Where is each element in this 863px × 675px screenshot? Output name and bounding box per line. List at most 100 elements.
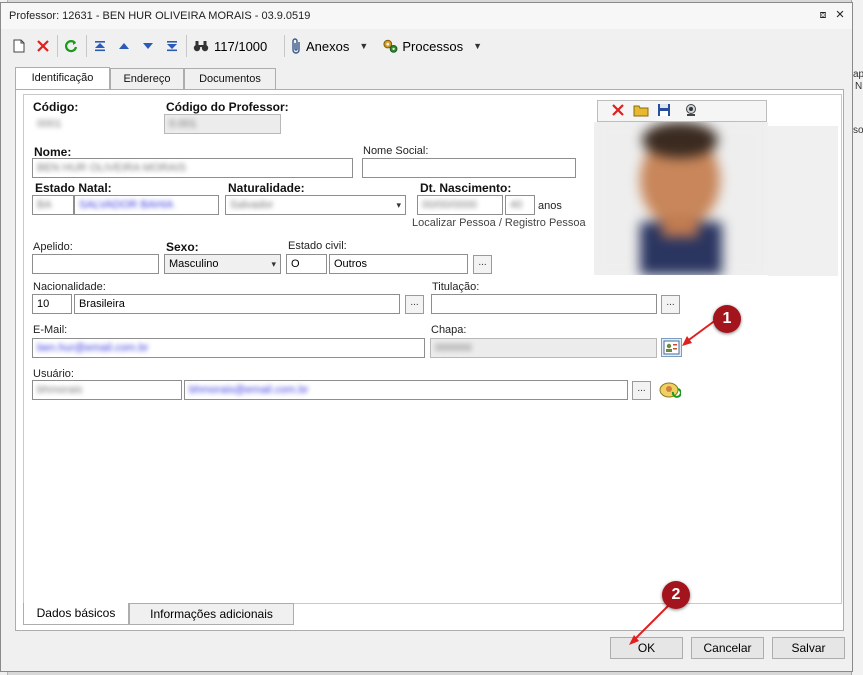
- down-arrow-icon: [143, 43, 153, 49]
- close-button[interactable]: ×: [834, 7, 846, 22]
- restore-button[interactable]: ⧈: [817, 8, 829, 22]
- tab-endereco[interactable]: Endereço: [110, 68, 184, 89]
- binoculars-icon: [193, 41, 209, 52]
- nome-label: Nome:: [34, 145, 72, 159]
- first-record-icon: [95, 41, 105, 52]
- window-title: Professor: 12631 - BEN HUR OLIVEIRA MORA…: [9, 10, 311, 22]
- chevron-down-icon: ▼: [473, 41, 482, 51]
- processos-label: Processos: [402, 38, 464, 54]
- codigo-value: 0001: [37, 118, 62, 130]
- next-record-button[interactable]: [138, 36, 158, 56]
- usuario-field[interactable]: bhmorais@email.com.br: [184, 380, 628, 400]
- chapa-search-button[interactable]: [661, 338, 682, 357]
- delete-record-button[interactable]: [34, 36, 52, 56]
- nacionalidade-lookup-button[interactable]: ...: [405, 295, 424, 314]
- apelido-field[interactable]: [32, 254, 159, 274]
- email-label: E-Mail:: [33, 324, 68, 336]
- dt-nascimento-label: Dt. Nascimento:: [420, 181, 512, 195]
- tab-dados-basicos[interactable]: Dados básicos: [23, 603, 129, 625]
- chevron-down-icon: ▼: [359, 41, 369, 51]
- anexos-label: Anexos: [306, 38, 350, 54]
- email-value: ben.hur@email.com.br: [37, 342, 149, 354]
- cancel-button[interactable]: Cancelar: [691, 637, 764, 659]
- codigo-professor-field[interactable]: 0.001: [164, 114, 281, 134]
- idade-field: 40: [505, 195, 535, 215]
- new-record-button[interactable]: [10, 36, 28, 56]
- chapa-field: 000000: [430, 338, 657, 358]
- nacionalidade-code-field[interactable]: 10: [32, 294, 72, 314]
- estado-civil-code-field[interactable]: O: [286, 254, 327, 274]
- estado-natal-value: SALVADOR BAHIA: [79, 199, 174, 211]
- titulacao-field[interactable]: [431, 294, 657, 314]
- photo-webcam-button[interactable]: [684, 103, 700, 119]
- sexo-select[interactable]: Masculino ▾: [164, 254, 281, 274]
- estado-natal-code-field[interactable]: BA: [32, 195, 74, 215]
- nome-value: BEN HUR OLIVEIRA MORAIS: [37, 162, 187, 174]
- usuario-refresh-button[interactable]: [659, 380, 682, 400]
- usuario-code: bhmorais: [37, 384, 83, 396]
- tab-identificacao[interactable]: Identificação: [15, 67, 110, 90]
- background-fragment: ap: [853, 69, 863, 80]
- processos-menu-button[interactable]: Processos ▼: [382, 36, 482, 56]
- estado-natal-code: BA: [37, 199, 52, 211]
- find-button[interactable]: [191, 36, 211, 56]
- tab-informacoes-adicionais[interactable]: Informações adicionais: [129, 603, 294, 625]
- naturalidade-label: Naturalidade:: [228, 181, 305, 195]
- estado-natal-label: Estado Natal:: [35, 181, 112, 195]
- usuario-value: bhmorais@email.com.br: [189, 384, 309, 396]
- refresh-icon: [64, 40, 78, 53]
- background-fragment: so: [853, 125, 863, 136]
- previous-record-button[interactable]: [114, 36, 134, 56]
- tab-documentos[interactable]: Documentos: [184, 68, 276, 89]
- first-record-button[interactable]: [90, 36, 110, 56]
- codigo-professor-value: 0.001: [169, 118, 197, 130]
- annotation-badge-2: 2: [662, 581, 690, 609]
- estado-civil-lookup-button[interactable]: ...: [473, 255, 492, 274]
- photo-side-panel: [768, 126, 838, 276]
- refresh-button[interactable]: [61, 36, 81, 56]
- usuario-label: Usuário:: [33, 368, 74, 380]
- photo-delete-button[interactable]: [611, 103, 627, 119]
- codigo-field[interactable]: 0001: [32, 114, 158, 134]
- up-arrow-icon: [119, 43, 129, 49]
- save-button[interactable]: Salvar: [772, 637, 845, 659]
- usuario-code-field[interactable]: bhmorais: [32, 380, 182, 400]
- person-card-icon: [663, 340, 680, 355]
- nome-field[interactable]: BEN HUR OLIVEIRA MORAIS: [32, 158, 353, 178]
- estado-civil-code: O: [291, 258, 300, 270]
- estado-civil-field[interactable]: Outros: [329, 254, 468, 274]
- save-disk-icon: [658, 104, 670, 116]
- webcam-icon: [686, 104, 696, 116]
- codigo-professor-label: Código do Professor:: [166, 100, 289, 114]
- localizar-pessoa-link[interactable]: Localizar Pessoa / Registro Pessoa: [412, 217, 592, 229]
- titulacao-label: Titulação:: [432, 281, 480, 293]
- photo-open-button[interactable]: [633, 103, 651, 119]
- usuario-lookup-button[interactable]: ...: [632, 381, 651, 400]
- toolbar-separator: [86, 35, 87, 57]
- photo-save-button[interactable]: [657, 103, 673, 119]
- codigo-label: Código:: [33, 100, 79, 114]
- portrait-photo-icon: [594, 122, 768, 275]
- anexos-menu-button[interactable]: Anexos ▼: [291, 36, 375, 56]
- estado-civil-value: Outros: [334, 258, 368, 270]
- email-field[interactable]: ben.hur@email.com.br: [32, 338, 425, 358]
- naturalidade-select[interactable]: Salvador ▾: [225, 195, 406, 215]
- nacionalidade-field[interactable]: Brasileira: [74, 294, 400, 314]
- toolbar-separator: [284, 35, 285, 57]
- last-record-icon: [167, 41, 177, 52]
- background-fragment: N: [855, 81, 863, 92]
- nacionalidade-label: Nacionalidade:: [33, 281, 106, 293]
- estado-natal-field[interactable]: SALVADOR BAHIA: [74, 195, 219, 215]
- titulacao-lookup-button[interactable]: ...: [661, 295, 680, 314]
- nome-social-label: Nome Social:: [363, 145, 429, 157]
- delete-x-icon: [612, 104, 624, 116]
- chevron-down-icon: ▾: [396, 200, 401, 210]
- last-record-button[interactable]: [162, 36, 182, 56]
- estado-civil-label: Estado civil:: [288, 240, 347, 252]
- nacionalidade-code: 10: [37, 298, 50, 310]
- nome-social-field[interactable]: [362, 158, 576, 178]
- idade-value: 40: [510, 199, 523, 211]
- sexo-value: Masculino: [169, 258, 219, 270]
- paperclip-icon: [292, 38, 300, 54]
- dt-nascimento-field[interactable]: 00/00/0000: [417, 195, 503, 215]
